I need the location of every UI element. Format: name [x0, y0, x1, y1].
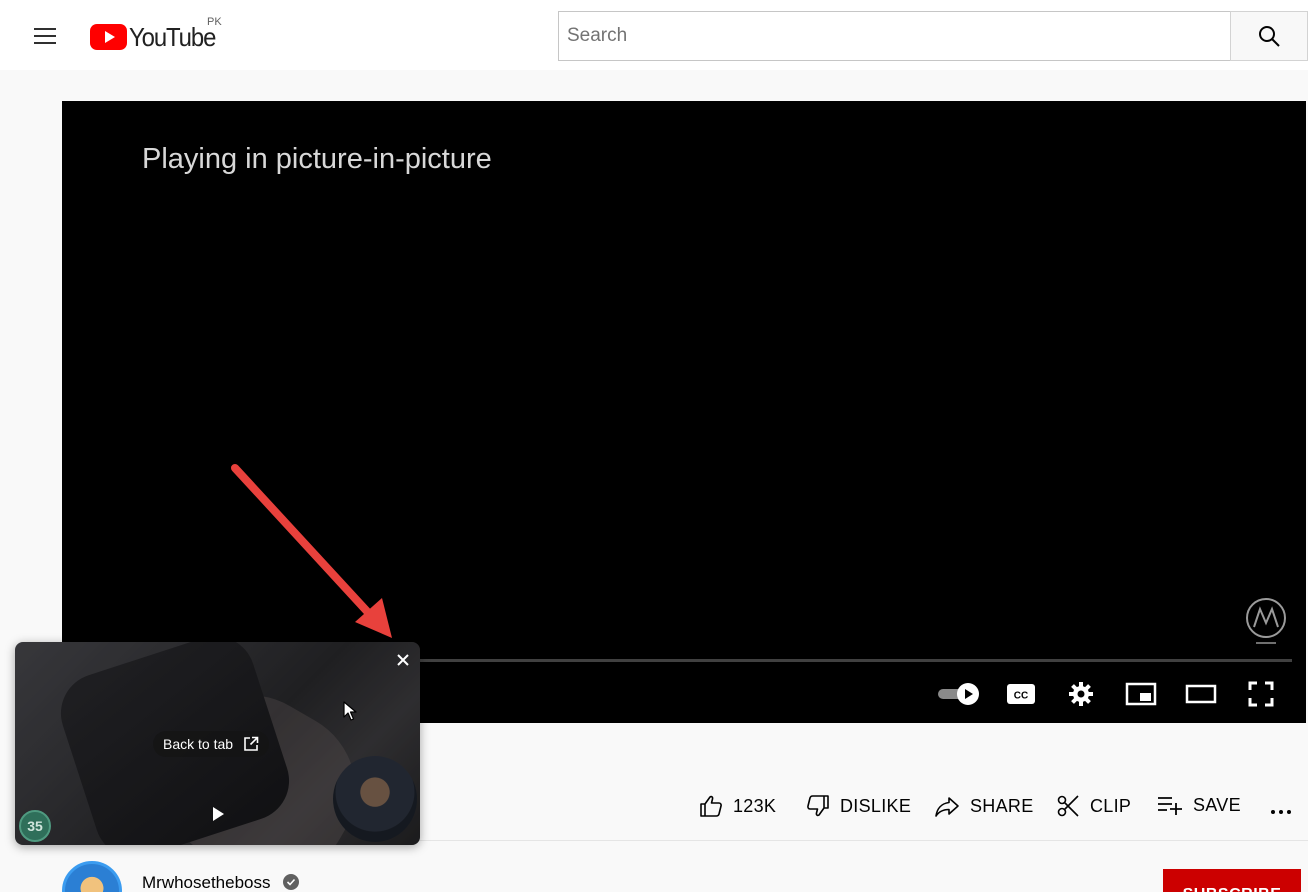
pip-count-badge: 35: [19, 810, 51, 842]
close-icon: [397, 654, 409, 666]
search-input[interactable]: [559, 12, 1230, 60]
back-to-tab-button[interactable]: Back to tab: [153, 731, 270, 757]
miniplayer-icon: [1125, 682, 1157, 706]
fullscreen-icon: [1248, 681, 1274, 707]
share-button[interactable]: SHARE: [934, 794, 1034, 818]
subtitles-button[interactable]: CC: [1004, 677, 1038, 711]
theater-mode-icon: [1185, 684, 1217, 704]
svg-text:CC: CC: [1014, 691, 1028, 702]
add-to-playlist-icon: [1158, 797, 1182, 815]
save-button[interactable]: SAVE: [1157, 794, 1241, 816]
channel-name[interactable]: Mrwhosetheboss: [142, 873, 271, 892]
open-in-new-icon: [244, 736, 259, 751]
pip-status-message: Playing in picture-in-picture: [142, 143, 492, 175]
verified-badge-icon: [283, 874, 299, 890]
search-box: [558, 11, 1231, 61]
more-dots-icon: [1271, 810, 1291, 814]
clip-label: CLIP: [1090, 795, 1132, 816]
like-count: 123K: [733, 795, 777, 816]
search-icon: [1259, 26, 1280, 47]
fullscreen-button[interactable]: [1244, 677, 1278, 711]
share-arrow-icon: [935, 797, 959, 817]
search-button[interactable]: [1230, 11, 1308, 61]
pip-window[interactable]: Back to tab 35: [15, 642, 420, 845]
scissors-icon: [1057, 795, 1079, 817]
thumbs-down-icon: [807, 795, 829, 817]
like-button[interactable]: 123K: [699, 794, 776, 818]
subscribe-button[interactable]: SUBSCRIBE: [1163, 869, 1301, 892]
share-label: SHARE: [970, 795, 1034, 816]
thumbs-up-icon: [700, 795, 722, 817]
youtube-play-logo-icon: [90, 24, 127, 50]
back-to-tab-label: Back to tab: [163, 736, 234, 752]
more-actions-button[interactable]: [1270, 800, 1292, 820]
gear-icon: [1069, 682, 1093, 706]
logo-text: YouTube: [129, 21, 216, 52]
miniplayer-button[interactable]: [1124, 677, 1158, 711]
annotation-arrow-icon: [231, 464, 392, 638]
autoplay-toggle-icon: [938, 683, 979, 705]
pip-close-button[interactable]: [393, 650, 413, 670]
theater-mode-button[interactable]: [1184, 677, 1218, 711]
dislike-button[interactable]: DISLIKE: [806, 794, 911, 818]
pip-play-button[interactable]: [208, 804, 228, 824]
save-label: SAVE: [1193, 794, 1241, 815]
country-code: PK: [207, 16, 222, 28]
mouse-cursor-icon: [343, 701, 357, 721]
play-icon: [213, 807, 224, 821]
dislike-label: DISLIKE: [840, 795, 912, 816]
youtube-logo[interactable]: YouTube: [90, 22, 223, 52]
settings-button[interactable]: [1064, 677, 1098, 711]
closed-captions-icon: CC: [1007, 684, 1035, 704]
channel-watermark-icon[interactable]: [1244, 597, 1288, 647]
autoplay-toggle[interactable]: [935, 677, 983, 711]
hamburger-menu-icon[interactable]: [28, 20, 62, 52]
masthead: YouTube PK: [0, 0, 1308, 70]
clip-button[interactable]: CLIP: [1056, 794, 1131, 818]
channel-avatar[interactable]: [62, 861, 122, 892]
